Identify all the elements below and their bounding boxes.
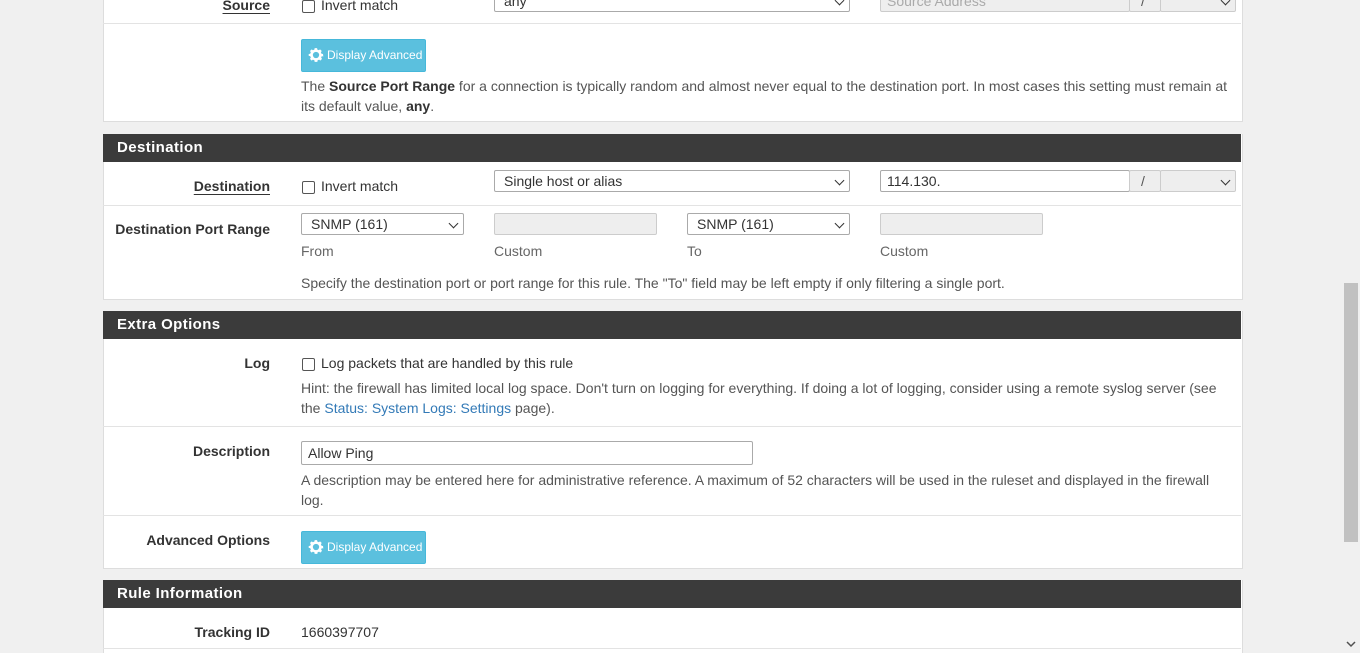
help-text: The bbox=[301, 78, 330, 94]
source-address-input[interactable]: Source Address bbox=[880, 0, 1130, 12]
destination-invert-checkbox[interactable] bbox=[302, 181, 315, 194]
advanced-options-label: Advanced Options bbox=[146, 532, 270, 548]
gear-icon bbox=[308, 540, 324, 554]
source-address-placeholder: Source Address bbox=[887, 0, 986, 9]
tracking-id-label: Tracking ID bbox=[194, 624, 270, 640]
source-label: Source bbox=[222, 0, 270, 13]
source-slash-addon: / bbox=[1129, 0, 1161, 12]
scrollbar-thumb[interactable] bbox=[1344, 283, 1358, 542]
chevron-down-icon bbox=[834, 175, 845, 186]
display-advanced-label: Display Advanced bbox=[327, 48, 423, 62]
help-text: . bbox=[430, 98, 435, 114]
log-label: Log bbox=[244, 355, 270, 371]
log-checkbox[interactable] bbox=[302, 358, 315, 371]
chevron-down-icon bbox=[1220, 175, 1231, 186]
chevron-down-icon bbox=[1220, 0, 1231, 6]
extra-options-header: Extra Options bbox=[103, 311, 1241, 339]
slash-text: / bbox=[1141, 0, 1145, 9]
destination-label: Destination bbox=[193, 178, 270, 194]
log-help: Hint: the firewall has limited local log… bbox=[301, 378, 1231, 418]
source-display-advanced-button[interactable]: Display Advanced bbox=[301, 39, 426, 72]
system-logs-settings-link[interactable]: Status: System Logs: Settings bbox=[324, 400, 511, 416]
source-mask-select[interactable] bbox=[1160, 0, 1236, 12]
source-port-help: The Source Port Range for a connection i… bbox=[301, 76, 1231, 116]
advanced-display-advanced-button[interactable]: Display Advanced bbox=[301, 531, 426, 564]
display-advanced-label: Display Advanced bbox=[327, 540, 423, 554]
destination-port-from-select[interactable]: SNMP (161) bbox=[301, 213, 464, 235]
destination-invert-label: Invert match bbox=[321, 178, 399, 194]
extra-options-panel bbox=[103, 311, 1243, 569]
destination-port-range-label: Destination Port Range bbox=[115, 221, 270, 237]
destination-port-from-custom[interactable] bbox=[494, 213, 657, 235]
help-bold: any bbox=[406, 98, 431, 114]
log-checkbox-label: Log packets that are handled by this rul… bbox=[321, 355, 574, 371]
row-divider bbox=[103, 205, 1241, 206]
from-caption: From bbox=[301, 243, 334, 259]
tracking-id-value: 1660397707 bbox=[301, 624, 379, 640]
chevron-down-icon bbox=[448, 218, 459, 229]
destination-mask-select[interactable] bbox=[1160, 170, 1236, 192]
destination-port-help: Specify the destination port or port ran… bbox=[301, 275, 1005, 291]
custom-caption: Custom bbox=[880, 243, 929, 259]
destination-type-value: Single host or alias bbox=[504, 173, 623, 189]
port-to-value: SNMP (161) bbox=[697, 216, 774, 232]
destination-type-select[interactable]: Single host or alias bbox=[494, 170, 850, 192]
scroll-down-arrow-icon[interactable] bbox=[1346, 640, 1356, 648]
destination-port-to-select[interactable]: SNMP (161) bbox=[687, 213, 850, 235]
source-invert-checkbox[interactable] bbox=[302, 0, 315, 13]
rule-information-header: Rule Information bbox=[103, 580, 1241, 608]
row-divider bbox=[103, 648, 1241, 649]
description-help: A description may be entered here for ad… bbox=[301, 472, 1210, 508]
chevron-down-icon bbox=[834, 218, 845, 229]
source-invert-label: Invert match bbox=[321, 0, 399, 13]
row-divider bbox=[103, 426, 1241, 427]
source-type-value: any bbox=[504, 0, 527, 9]
description-input[interactable]: Allow Ping bbox=[301, 441, 753, 465]
destination-header: Destination bbox=[103, 134, 1241, 162]
chevron-down-icon bbox=[834, 0, 845, 6]
source-type-select[interactable]: any bbox=[494, 0, 850, 12]
destination-port-to-custom[interactable] bbox=[880, 213, 1043, 235]
help-text: page). bbox=[511, 400, 555, 416]
help-bold: Source Port Range bbox=[329, 78, 456, 94]
destination-address-value: 114.130. bbox=[887, 173, 941, 189]
description-value: Allow Ping bbox=[308, 445, 374, 461]
description-label: Description bbox=[192, 443, 270, 459]
destination-address-input[interactable]: 114.130. bbox=[880, 170, 1130, 192]
row-divider bbox=[103, 23, 1241, 24]
to-caption: To bbox=[687, 243, 702, 259]
slash-text: / bbox=[1141, 173, 1145, 189]
row-divider bbox=[103, 515, 1241, 516]
destination-slash-addon: / bbox=[1129, 170, 1161, 192]
gear-icon bbox=[308, 48, 324, 62]
port-from-value: SNMP (161) bbox=[311, 216, 388, 232]
custom-caption: Custom bbox=[494, 243, 543, 259]
